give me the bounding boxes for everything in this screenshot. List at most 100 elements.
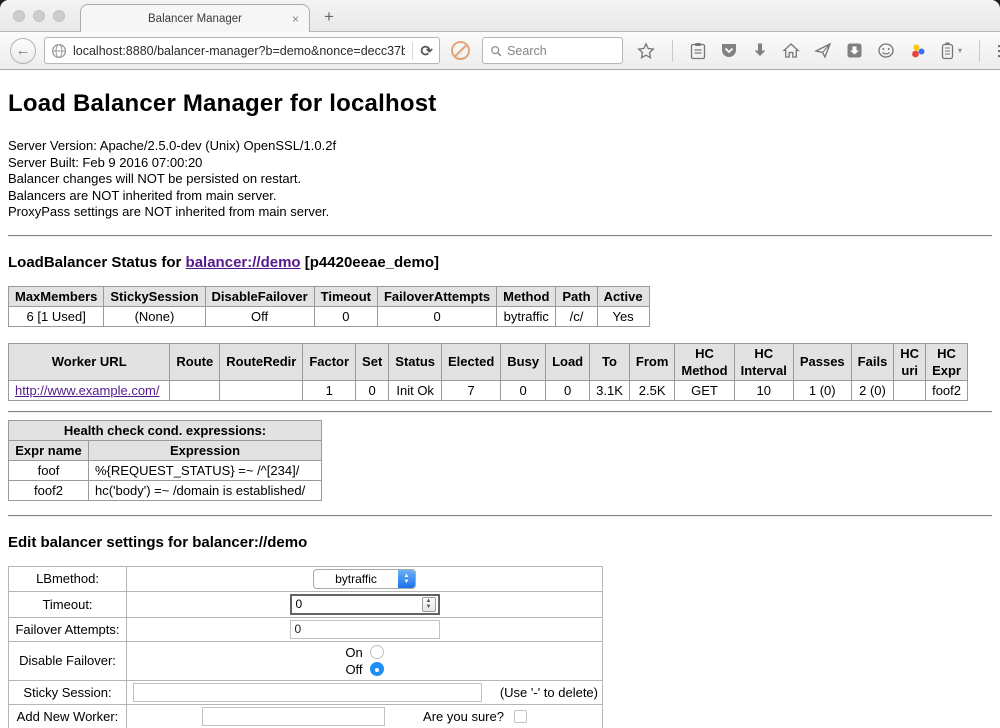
- health-title-row: Health check cond. expressions:: [9, 420, 322, 440]
- cell-fails: 2 (0): [851, 380, 894, 400]
- are-you-sure-checkbox[interactable]: [514, 710, 527, 723]
- window-controls: [13, 10, 65, 22]
- cell-failoverattempts: 0: [377, 306, 496, 326]
- edit-settings-heading: Edit balancer settings for balancer://de…: [8, 534, 992, 551]
- browser-window: Balancer Manager × + ← localhost:8880/ba…: [0, 0, 1000, 728]
- col-hc-method: HC Method: [675, 343, 734, 380]
- reload-icon[interactable]: ⟳: [420, 42, 433, 60]
- col-set: Set: [356, 343, 389, 380]
- cell-routeredir: [220, 380, 303, 400]
- save-to-device-icon[interactable]: [846, 42, 863, 59]
- radio-on-label: On: [345, 644, 362, 661]
- failover-attempts-label: Failover Attempts:: [9, 617, 127, 641]
- sticky-session-input[interactable]: [133, 683, 482, 702]
- col-fails: Fails: [851, 343, 894, 380]
- col-stickysession: StickySession: [104, 286, 205, 306]
- col-worker-url: Worker URL: [9, 343, 170, 380]
- colored-dots-extension-icon[interactable]: [909, 42, 927, 60]
- cell-route: [170, 380, 220, 400]
- cell-active: Yes: [597, 306, 649, 326]
- col-routeredir: RouteRedir: [220, 343, 303, 380]
- bookmark-star-icon[interactable]: [637, 42, 655, 60]
- balancer-demo-link[interactable]: balancer://demo: [186, 254, 301, 271]
- cell-timeout: 0: [314, 306, 377, 326]
- window-zoom-button[interactable]: [53, 10, 65, 22]
- divider: [8, 515, 992, 517]
- timeout-input[interactable]: 0 ▲▼: [290, 594, 440, 615]
- lbmethod-label: LBmethod:: [9, 566, 127, 591]
- col-passes: Passes: [793, 343, 851, 380]
- notice-inherit-balancers: Balancers are NOT inherited from main se…: [8, 188, 992, 205]
- new-tab-button[interactable]: +: [324, 7, 334, 27]
- page-content: Load Balancer Manager for localhost Serv…: [0, 70, 1000, 728]
- col-hc-interval: HC Interval: [734, 343, 793, 380]
- table-header-row: Worker URL Route RouteRedir Factor Set S…: [9, 343, 968, 380]
- tab-close-icon[interactable]: ×: [292, 12, 299, 26]
- edit-balancer-form: LBmethod: bytraffic ▲▼ Timeout: 0 ▲▼: [8, 566, 603, 728]
- home-icon[interactable]: [782, 42, 800, 59]
- col-elected: Elected: [442, 343, 501, 380]
- form-row-disable-failover: Disable Failover: On Off: [9, 641, 603, 680]
- search-input[interactable]: [507, 44, 615, 58]
- failover-attempts-input[interactable]: [290, 620, 440, 639]
- send-plane-icon[interactable]: [814, 42, 832, 59]
- page-title: Load Balancer Manager for localhost: [8, 90, 992, 118]
- chevron-down-icon: ▾: [958, 46, 962, 55]
- server-version: Server Version: Apache/2.5.0-dev (Unix) …: [8, 138, 992, 155]
- globe-icon: [51, 43, 67, 59]
- col-disablefailover: DisableFailover: [205, 286, 314, 306]
- cell-elected: 7: [442, 380, 501, 400]
- urlbar-divider: [412, 42, 413, 60]
- search-bar[interactable]: [482, 37, 623, 64]
- worker-url-link[interactable]: http://www.example.com/: [15, 383, 160, 398]
- status-heading-suffix: [p4420eeae_demo]: [301, 254, 439, 271]
- col-status: Status: [389, 343, 442, 380]
- disable-failover-on-radio[interactable]: [370, 645, 384, 659]
- col-maxmembers: MaxMembers: [9, 286, 104, 306]
- cell-expr-name: foof: [9, 460, 89, 480]
- col-timeout: Timeout: [314, 286, 377, 306]
- forum-smiley-icon[interactable]: [877, 42, 895, 59]
- sticky-session-label: Sticky Session:: [9, 680, 127, 704]
- col-factor: Factor: [303, 343, 356, 380]
- health-header-row: Expr name Expression: [9, 440, 322, 460]
- radio-off-label: Off: [345, 661, 362, 678]
- url-text[interactable]: localhost:8880/balancer-manager?b=demo&n…: [73, 44, 405, 58]
- cell-maxmembers: 6 [1 Used]: [9, 306, 104, 326]
- cell-passes: 1 (0): [793, 380, 851, 400]
- col-expression: Expression: [89, 440, 322, 460]
- window-close-button[interactable]: [13, 10, 25, 22]
- lbmethod-selected-value: bytraffic: [314, 570, 398, 588]
- table-header-row: MaxMembers StickySession DisableFailover…: [9, 286, 650, 306]
- col-expr-name: Expr name: [9, 440, 89, 460]
- col-from: From: [629, 343, 675, 380]
- cell-factor: 1: [303, 380, 356, 400]
- window-minimize-button[interactable]: [33, 10, 45, 22]
- disable-failover-label: Disable Failover:: [9, 641, 127, 680]
- pocket-icon[interactable]: [720, 42, 738, 59]
- select-stepper-icon: ▲▼: [398, 570, 415, 588]
- reading-list-icon[interactable]: [690, 42, 706, 60]
- url-bar[interactable]: localhost:8880/balancer-manager?b=demo&n…: [44, 37, 440, 64]
- downloads-icon[interactable]: [752, 42, 768, 59]
- tab-balancer-manager[interactable]: Balancer Manager ×: [80, 4, 310, 32]
- add-worker-input[interactable]: [202, 707, 385, 726]
- disable-failover-off-radio[interactable]: [370, 662, 384, 676]
- cell-expr-name: foof2: [9, 480, 89, 500]
- lbmethod-select[interactable]: bytraffic ▲▼: [313, 569, 416, 589]
- battery-menu[interactable]: ▾: [941, 42, 962, 60]
- notice-inherit-proxypass: ProxyPass settings are NOT inherited fro…: [8, 204, 992, 221]
- content-blocked-icon[interactable]: [451, 41, 470, 60]
- col-load: Load: [546, 343, 590, 380]
- toolbar-icons: ▾: [637, 40, 1000, 62]
- health-row: foof %{REQUEST_STATUS} =~ /^[234]/: [9, 460, 322, 480]
- number-spinner-icon[interactable]: ▲▼: [422, 597, 436, 612]
- back-button[interactable]: ←: [10, 38, 36, 64]
- col-to: To: [590, 343, 630, 380]
- notice-persist: Balancer changes will NOT be persisted o…: [8, 171, 992, 188]
- cell-disablefailover: Off: [205, 306, 314, 326]
- cell-expression: hc('body') =~ /domain is established/: [89, 480, 322, 500]
- tab-title: Balancer Manager: [148, 13, 242, 25]
- health-row: foof2 hc('body') =~ /domain is establish…: [9, 480, 322, 500]
- col-path: Path: [556, 286, 597, 306]
